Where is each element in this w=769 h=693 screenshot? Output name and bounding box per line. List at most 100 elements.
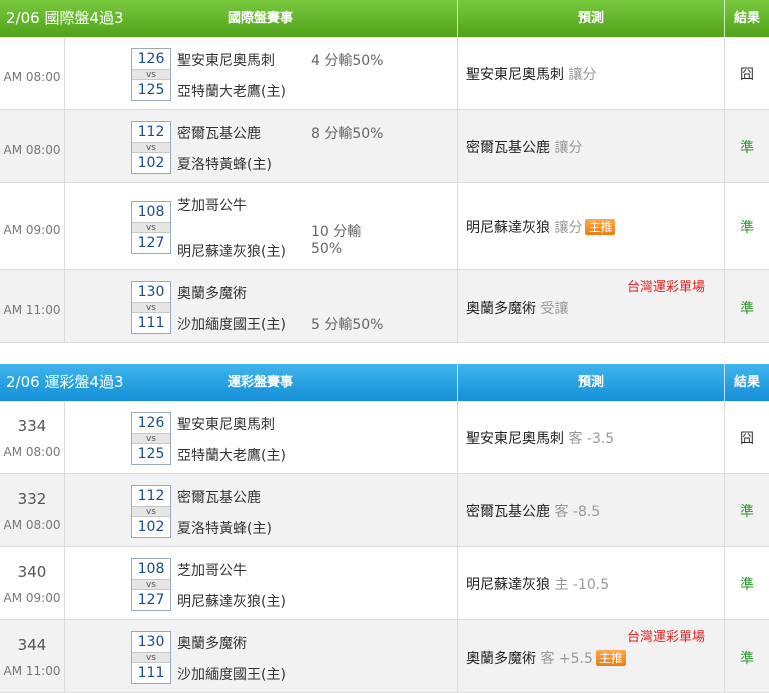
prediction-spread: 主 -10.5 <box>554 577 610 593</box>
vs-label: vs <box>132 433 170 444</box>
home-team: 明尼蘇達灰狼(主) <box>177 244 286 260</box>
handicap-odds: 5 分輸50% <box>311 317 384 333</box>
featured-badge: 主推 <box>595 650 626 666</box>
result-mark: 準 <box>740 504 754 520</box>
prediction-spread: 客 -3.5 <box>568 431 615 447</box>
prediction: 奧蘭多魔術 受讓 <box>466 298 568 318</box>
vs-label: vs <box>132 142 170 153</box>
home-number: 111 <box>137 665 165 681</box>
matchup-numbers: 108 vs 127 <box>131 201 171 254</box>
game-time: AM 08:00 <box>3 143 61 157</box>
game-time: AM 08:00 <box>3 70 61 84</box>
match-column-header: 運彩盤賽事 <box>227 375 293 390</box>
match-column-header: 國際盤賽事 <box>227 11 293 26</box>
game-number: 332 <box>17 490 47 508</box>
away-team: 芝加哥公牛 <box>177 198 247 214</box>
vs-label: vs <box>132 222 170 233</box>
away-number: 108 <box>137 204 165 220</box>
matchup-numbers: 126 vs 125 <box>131 412 171 465</box>
prediction-type: 讓分 <box>568 67 597 83</box>
game-number: 344 <box>17 636 47 654</box>
predicted-team: 明尼蘇達灰狼 <box>466 577 550 593</box>
result-mark: 準 <box>740 301 754 317</box>
predicted-team: 明尼蘇達灰狼 <box>466 220 550 236</box>
game-time: AM 09:00 <box>3 591 61 605</box>
prediction-spread: 客 +5.5 <box>540 651 593 667</box>
result-mark: 準 <box>740 220 754 236</box>
matchup-numbers: 112 vs 102 <box>131 485 171 538</box>
vs-label: vs <box>132 506 170 517</box>
vs-label: vs <box>132 302 170 313</box>
single-game-note: 台灣運彩單場 <box>627 630 706 645</box>
game-number: 334 <box>17 417 47 435</box>
away-number: 126 <box>137 415 165 431</box>
home-number: 127 <box>137 235 165 251</box>
game-time: AM 08:00 <box>3 518 61 532</box>
table-row: AM 08:00 126 vs 125 聖安東尼奧馬刺 亞特蘭大老鷹(主) 4 … <box>0 37 769 110</box>
home-team: 夏洛特黃蜂(主) <box>177 521 272 537</box>
home-number: 102 <box>137 155 165 171</box>
home-team: 亞特蘭大老鷹(主) <box>177 448 286 464</box>
table-row: 344 AM 11:00 130 vs 111 奧蘭多魔術 沙加緬度國王(主) … <box>0 620 769 693</box>
prediction: 聖安東尼奧馬刺 讓分 <box>466 64 596 84</box>
table-row: 334 AM 08:00 126 vs 125 聖安東尼奧馬刺 亞特蘭大老鷹(主… <box>0 401 769 474</box>
international-section: 2/06 國際盤4過3 國際盤賽事 預測 結果 AM 08:00 126 vs … <box>0 0 769 343</box>
international-header: 2/06 國際盤4過3 國際盤賽事 預測 結果 <box>0 0 769 37</box>
away-number: 112 <box>137 124 165 140</box>
game-time: AM 11:00 <box>3 664 61 678</box>
game-number: 340 <box>17 563 47 581</box>
prediction-type: 讓分 <box>554 220 583 236</box>
result-mark: 準 <box>740 577 754 593</box>
home-team: 沙加緬度國王(主) <box>177 317 286 333</box>
away-team: 密爾瓦基公鹿 <box>177 126 261 142</box>
home-team: 沙加緬度國王(主) <box>177 667 286 683</box>
vs-label: vs <box>132 579 170 590</box>
home-number: 125 <box>137 82 165 98</box>
prediction-type: 讓分 <box>554 140 583 156</box>
result-mark: 囧 <box>740 431 754 447</box>
away-number: 108 <box>137 561 165 577</box>
away-number: 126 <box>137 51 165 67</box>
game-time: AM 11:00 <box>3 303 61 317</box>
handicap-odds: 10 分輸 <box>311 224 362 240</box>
table-row: AM 11:00 130 vs 111 奧蘭多魔術 沙加緬度國王(主) 5 分輸… <box>0 270 769 343</box>
predicted-team: 聖安東尼奧馬刺 <box>466 431 564 447</box>
vs-label: vs <box>132 69 170 80</box>
result-mark: 準 <box>740 651 754 667</box>
predicted-team: 聖安東尼奧馬刺 <box>466 67 564 83</box>
featured-badge: 主推 <box>585 219 616 235</box>
prediction-spread: 客 -8.5 <box>554 504 601 520</box>
prediction: 密爾瓦基公鹿 客 -8.5 <box>466 501 600 521</box>
table-row: 340 AM 09:00 108 vs 127 芝加哥公牛 明尼蘇達灰狼(主) … <box>0 547 769 620</box>
prediction: 密爾瓦基公鹿 讓分 <box>466 137 582 157</box>
handicap-odds-percent: 50% <box>311 241 343 257</box>
away-number: 130 <box>137 284 165 300</box>
sports-lottery-section: 2/06 運彩盤4過3 運彩盤賽事 預測 結果 334 AM 08:00 126… <box>0 364 769 693</box>
table-row: 332 AM 08:00 112 vs 102 密爾瓦基公鹿 夏洛特黃蜂(主) … <box>0 474 769 547</box>
home-number: 125 <box>137 446 165 462</box>
table-row: AM 08:00 112 vs 102 密爾瓦基公鹿 夏洛特黃蜂(主) 8 分輸… <box>0 110 769 183</box>
away-number: 130 <box>137 634 165 650</box>
matchup-numbers: 130 vs 111 <box>131 281 171 334</box>
matchup-numbers: 112 vs 102 <box>131 121 171 174</box>
home-number: 111 <box>137 315 165 331</box>
home-number: 127 <box>137 592 165 608</box>
away-team: 聖安東尼奧馬刺 <box>177 53 275 69</box>
matchup-numbers: 130 vs 111 <box>131 631 171 684</box>
home-team: 明尼蘇達灰狼(主) <box>177 594 286 610</box>
predicted-team: 密爾瓦基公鹿 <box>466 140 550 156</box>
prediction-column-header: 預測 <box>577 11 604 26</box>
matchup-numbers: 126 vs 125 <box>131 48 171 101</box>
prediction: 聖安東尼奧馬刺 客 -3.5 <box>466 428 614 448</box>
vs-label: vs <box>132 652 170 663</box>
result-column-header: 結果 <box>733 375 760 390</box>
prediction: 明尼蘇達灰狼 讓分 主推 <box>466 217 616 237</box>
away-team: 奧蘭多魔術 <box>177 286 247 302</box>
game-time: AM 09:00 <box>3 223 61 237</box>
result-column-header: 結果 <box>733 11 760 26</box>
away-team: 密爾瓦基公鹿 <box>177 490 261 506</box>
game-time: AM 08:00 <box>3 445 61 459</box>
matchup-numbers: 108 vs 127 <box>131 558 171 611</box>
away-number: 112 <box>137 488 165 504</box>
predicted-team: 奧蘭多魔術 <box>466 651 536 667</box>
